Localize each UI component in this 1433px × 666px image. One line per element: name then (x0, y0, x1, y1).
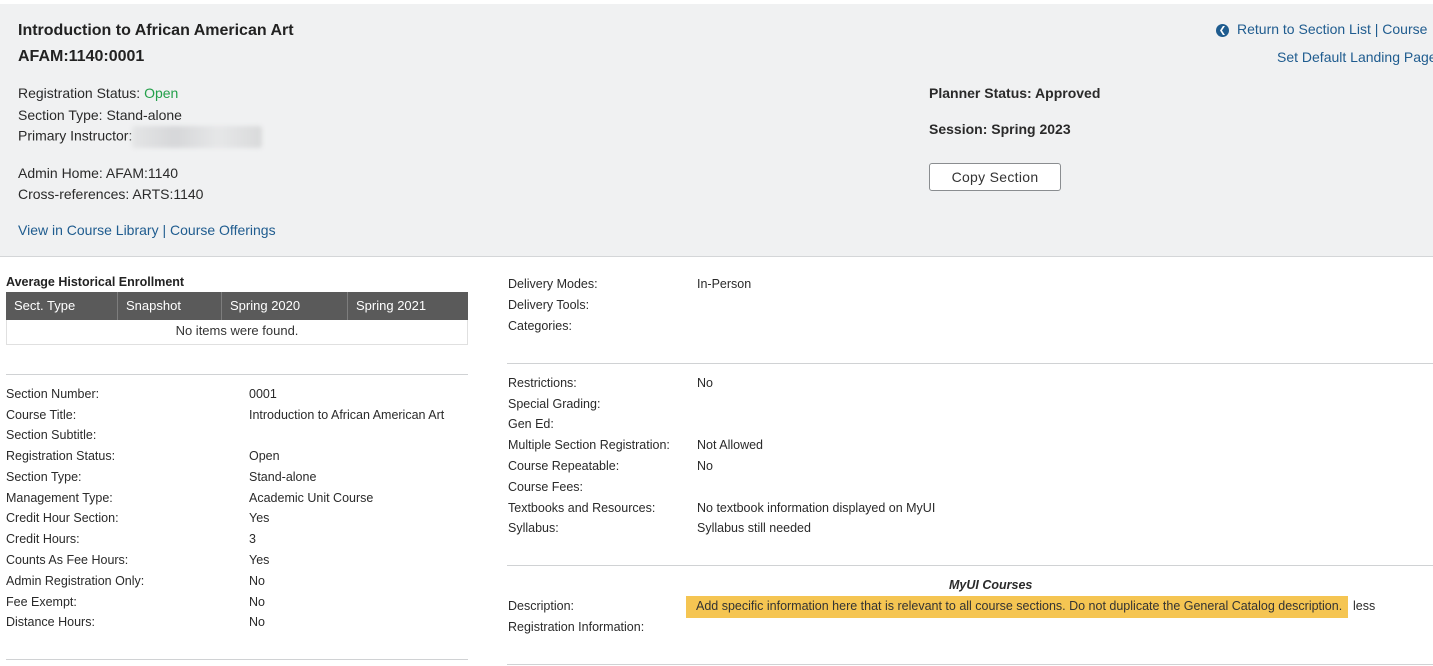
detail-value: No (249, 595, 265, 609)
link-separator: | (162, 222, 167, 238)
detail-label: Management Type: (6, 491, 113, 505)
detail-label: Fee Exempt: (6, 595, 77, 609)
categories-link[interactable]: Categories: (508, 319, 572, 333)
set-default-landing-page-link[interactable]: Set Default Landing Page (1277, 49, 1433, 65)
divider (507, 664, 1433, 665)
primary-instructor-label: Primary Instructor: (18, 127, 133, 144)
course-repeatable-value: No (697, 459, 713, 473)
registration-status-label: Registration Status: (18, 85, 141, 101)
registration-status-detail-value: Open (249, 449, 280, 463)
cross-references: Cross-references: ARTS:1140 (18, 186, 204, 202)
delivery-tools-link[interactable]: Delivery Tools: (508, 298, 589, 312)
registration-status-line: Registration Status: Open (18, 85, 178, 101)
detail-value: Yes (249, 511, 270, 525)
primary-instructor-line: Primary Instructor: (18, 126, 263, 148)
redacted-instructor-name (132, 126, 263, 148)
return-to-section-list-link[interactable]: Return to Section List (1237, 21, 1371, 37)
detail-label: Distance Hours: (6, 615, 95, 629)
course-title: Introduction to African American Art (18, 22, 294, 39)
textbooks-value: No textbook information displayed on MyU… (697, 501, 936, 515)
enrollment-empty-message: No items were found. (6, 320, 468, 345)
restrictions-value: No (697, 376, 713, 390)
divider (6, 659, 468, 660)
column-header[interactable]: Snapshot (118, 292, 222, 320)
detail-label: Section Type: (6, 470, 82, 484)
registration-status-link[interactable]: Registration Status: (6, 449, 115, 463)
admin-home: Admin Home: AFAM:1140 (18, 165, 179, 181)
section-subtitle-link[interactable]: Section Subtitle: (6, 428, 96, 442)
section-type-line: Section Type: Stand-alone (18, 107, 182, 123)
return-links: ❮ Return to Section List | Course (1216, 21, 1427, 37)
delivery-modes-label: Delivery Modes: (508, 277, 598, 291)
multiple-section-registration-value: Not Allowed (697, 438, 764, 452)
divider (507, 363, 1433, 364)
registration-status-value: Open (144, 85, 179, 101)
detail-label: Course Title: (6, 408, 77, 422)
detail-value: 0001 (249, 387, 277, 401)
detail-label: Section Number: (6, 387, 100, 401)
detail-value: 3 (249, 532, 256, 546)
course-links: View in Course Library | Course Offering… (18, 222, 276, 238)
planner-status: Planner Status: Approved (929, 85, 1101, 101)
column-header[interactable]: Sect. Type (6, 292, 118, 320)
special-grading-label: Special Grading: (508, 397, 601, 411)
gen-ed-label: Gen Ed: (508, 417, 554, 431)
delivery-modes-value: In-Person (697, 277, 752, 291)
course-header: Introduction to African American Art AFA… (0, 4, 1433, 257)
column-header[interactable]: Spring 2021 (348, 292, 468, 320)
detail-value: Stand-alone (249, 470, 317, 484)
description-link[interactable]: Description: (508, 599, 574, 613)
multiple-section-registration-label: Multiple Section Registration: (508, 438, 670, 452)
myui-courses-heading: MyUI Courses (949, 578, 1033, 592)
syllabus-value: Syllabus still needed (697, 521, 811, 535)
textbooks-and-resources-link[interactable]: Textbooks and Resources: (508, 501, 655, 515)
column-header[interactable]: Spring 2020 (222, 292, 348, 320)
divider (6, 374, 468, 375)
course-repeatable-label: Course Repeatable: (508, 459, 620, 473)
detail-value: Academic Unit Course (249, 491, 374, 505)
syllabus-link[interactable]: Syllabus: (508, 521, 559, 535)
less-link[interactable]: less (1353, 599, 1375, 613)
enrollment-table-header: Sect. Type Snapshot Spring 2020 Spring 2… (6, 292, 468, 320)
description-highlight: Add specific information here that is re… (686, 596, 1348, 618)
course-fees-label: Course Fees: (508, 480, 584, 494)
detail-label: Admin Registration Only: (6, 574, 145, 588)
course-code: AFAM:1140:0001 (18, 48, 145, 65)
credit-hours-link[interactable]: Credit Hours: (6, 532, 80, 546)
session: Session: Spring 2023 (929, 121, 1071, 137)
detail-label: Counts As Fee Hours: (6, 553, 129, 567)
chevron-left-circle-icon[interactable]: ❮ (1216, 24, 1229, 37)
restrictions-link[interactable]: Restrictions: (508, 376, 577, 390)
detail-value: No (249, 574, 265, 588)
detail-value: Yes (249, 553, 270, 567)
divider (507, 565, 1433, 566)
detail-value: No (249, 615, 265, 629)
return-separator: | (1374, 21, 1379, 37)
course-offerings-link[interactable]: Course Offerings (170, 222, 276, 238)
enrollment-title: Average Historical Enrollment (6, 275, 185, 289)
detail-value: Introduction to African American Art (249, 408, 445, 422)
view-in-course-library-link[interactable]: View in Course Library (18, 222, 159, 238)
course-link[interactable]: Course (1382, 21, 1427, 37)
detail-label: Credit Hour Section: (6, 511, 119, 525)
registration-information-link[interactable]: Registration Information: (508, 620, 644, 634)
copy-section-button[interactable]: Copy Section (929, 163, 1061, 191)
